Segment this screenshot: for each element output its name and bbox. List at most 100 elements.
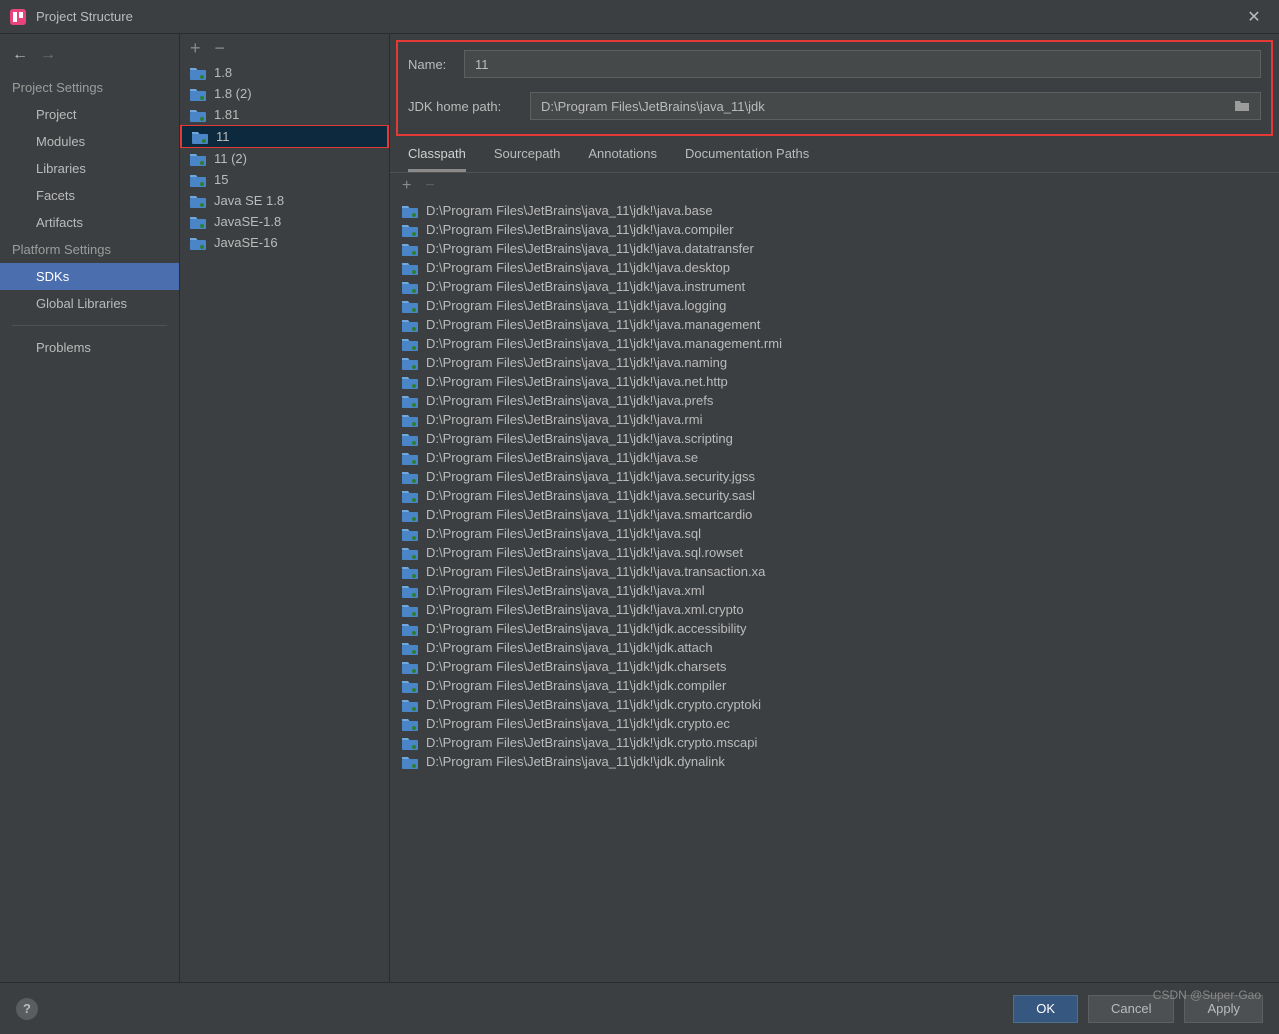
sdk-item[interactable]: JavaSE-16 bbox=[180, 232, 389, 253]
cancel-button[interactable]: Cancel bbox=[1088, 995, 1174, 1023]
classpath-item[interactable]: D:\Program Files\JetBrains\java_11\jdk!\… bbox=[390, 467, 1279, 486]
folder-icon bbox=[402, 641, 418, 655]
classpath-item[interactable]: D:\Program Files\JetBrains\java_11\jdk!\… bbox=[390, 619, 1279, 638]
classpath-item[interactable]: D:\Program Files\JetBrains\java_11\jdk!\… bbox=[390, 372, 1279, 391]
help-icon[interactable]: ? bbox=[16, 998, 38, 1020]
classpath-item[interactable]: D:\Program Files\JetBrains\java_11\jdk!\… bbox=[390, 258, 1279, 277]
classpath-item[interactable]: D:\Program Files\JetBrains\java_11\jdk!\… bbox=[390, 562, 1279, 581]
classpath-label: D:\Program Files\JetBrains\java_11\jdk!\… bbox=[426, 735, 757, 750]
classpath-label: D:\Program Files\JetBrains\java_11\jdk!\… bbox=[426, 716, 730, 731]
classpath-item[interactable]: D:\Program Files\JetBrains\java_11\jdk!\… bbox=[390, 657, 1279, 676]
close-icon[interactable]: ✕ bbox=[1239, 7, 1269, 27]
classpath-label: D:\Program Files\JetBrains\java_11\jdk!\… bbox=[426, 488, 755, 503]
classpath-label: D:\Program Files\JetBrains\java_11\jdk!\… bbox=[426, 431, 733, 446]
classpath-item[interactable]: D:\Program Files\JetBrains\java_11\jdk!\… bbox=[390, 486, 1279, 505]
folder-icon bbox=[402, 508, 418, 522]
classpath-label: D:\Program Files\JetBrains\java_11\jdk!\… bbox=[426, 241, 754, 256]
tab-sourcepath[interactable]: Sourcepath bbox=[494, 146, 561, 172]
folder-icon bbox=[402, 299, 418, 313]
sdk-item[interactable]: 1.81 bbox=[180, 104, 389, 125]
tab-annotations[interactable]: Annotations bbox=[588, 146, 657, 172]
nav-project[interactable]: Project bbox=[0, 101, 179, 128]
classpath-item[interactable]: D:\Program Files\JetBrains\java_11\jdk!\… bbox=[390, 543, 1279, 562]
name-label: Name: bbox=[408, 57, 452, 72]
classpath-label: D:\Program Files\JetBrains\java_11\jdk!\… bbox=[426, 469, 755, 484]
tab-classpath[interactable]: Classpath bbox=[408, 146, 466, 172]
add-sdk-icon[interactable]: + bbox=[190, 38, 201, 59]
classpath-item[interactable]: D:\Program Files\JetBrains\java_11\jdk!\… bbox=[390, 315, 1279, 334]
sdk-item[interactable]: JavaSE-1.8 bbox=[180, 211, 389, 232]
nav-global-libraries[interactable]: Global Libraries bbox=[0, 290, 179, 317]
classpath-item[interactable]: D:\Program Files\JetBrains\java_11\jdk!\… bbox=[390, 410, 1279, 429]
folder-icon bbox=[402, 565, 418, 579]
sdk-item[interactable]: Java SE 1.8 bbox=[180, 190, 389, 211]
classpath-item[interactable]: D:\Program Files\JetBrains\java_11\jdk!\… bbox=[390, 277, 1279, 296]
classpath-item[interactable]: D:\Program Files\JetBrains\java_11\jdk!\… bbox=[390, 714, 1279, 733]
folder-icon bbox=[402, 375, 418, 389]
nav-artifacts[interactable]: Artifacts bbox=[0, 209, 179, 236]
sdk-label: 1.8 bbox=[214, 65, 232, 80]
nav-libraries[interactable]: Libraries bbox=[0, 155, 179, 182]
classpath-item[interactable]: D:\Program Files\JetBrains\java_11\jdk!\… bbox=[390, 676, 1279, 695]
classpath-item[interactable]: D:\Program Files\JetBrains\java_11\jdk!\… bbox=[390, 505, 1279, 524]
classpath-label: D:\Program Files\JetBrains\java_11\jdk!\… bbox=[426, 260, 730, 275]
classpath-item[interactable]: D:\Program Files\JetBrains\java_11\jdk!\… bbox=[390, 752, 1279, 771]
name-input[interactable]: 11 bbox=[464, 50, 1261, 78]
classpath-item[interactable]: D:\Program Files\JetBrains\java_11\jdk!\… bbox=[390, 581, 1279, 600]
classpath-item[interactable]: D:\Program Files\JetBrains\java_11\jdk!\… bbox=[390, 201, 1279, 220]
folder-icon bbox=[402, 470, 418, 484]
ok-button[interactable]: OK bbox=[1013, 995, 1078, 1023]
classpath-label: D:\Program Files\JetBrains\java_11\jdk!\… bbox=[426, 336, 782, 351]
sdk-item[interactable]: 11 (2) bbox=[180, 148, 389, 169]
nav-facets[interactable]: Facets bbox=[0, 182, 179, 209]
sdk-label: 11 (2) bbox=[214, 151, 247, 166]
browse-icon[interactable] bbox=[1234, 98, 1250, 115]
back-arrow-icon[interactable]: ← bbox=[12, 46, 28, 64]
classpath-item[interactable]: D:\Program Files\JetBrains\java_11\jdk!\… bbox=[390, 524, 1279, 543]
classpath-item[interactable]: D:\Program Files\JetBrains\java_11\jdk!\… bbox=[390, 429, 1279, 448]
folder-icon bbox=[402, 527, 418, 541]
remove-classpath-icon[interactable]: − bbox=[425, 177, 434, 195]
sdk-label: 11 bbox=[216, 129, 230, 144]
apply-button[interactable]: Apply bbox=[1184, 995, 1263, 1023]
folder-icon bbox=[192, 130, 208, 144]
classpath-label: D:\Program Files\JetBrains\java_11\jdk!\… bbox=[426, 222, 734, 237]
classpath-label: D:\Program Files\JetBrains\java_11\jdk!\… bbox=[426, 203, 713, 218]
classpath-item[interactable]: D:\Program Files\JetBrains\java_11\jdk!\… bbox=[390, 334, 1279, 353]
folder-icon bbox=[190, 66, 206, 80]
classpath-item[interactable]: D:\Program Files\JetBrains\java_11\jdk!\… bbox=[390, 239, 1279, 258]
sdk-toolbar: + − bbox=[180, 34, 389, 62]
classpath-item[interactable]: D:\Program Files\JetBrains\java_11\jdk!\… bbox=[390, 600, 1279, 619]
folder-icon bbox=[402, 755, 418, 769]
sdk-item[interactable]: 11 bbox=[180, 125, 389, 148]
folder-icon bbox=[190, 215, 206, 229]
remove-sdk-icon[interactable]: − bbox=[215, 38, 226, 59]
nav-modules[interactable]: Modules bbox=[0, 128, 179, 155]
folder-icon bbox=[402, 337, 418, 351]
classpath-item[interactable]: D:\Program Files\JetBrains\java_11\jdk!\… bbox=[390, 220, 1279, 239]
sdk-label: 1.8 (2) bbox=[214, 86, 252, 101]
classpath-item[interactable]: D:\Program Files\JetBrains\java_11\jdk!\… bbox=[390, 353, 1279, 372]
sdk-item[interactable]: 1.8 bbox=[180, 62, 389, 83]
classpath-item[interactable]: D:\Program Files\JetBrains\java_11\jdk!\… bbox=[390, 448, 1279, 467]
folder-icon bbox=[402, 698, 418, 712]
classpath-item[interactable]: D:\Program Files\JetBrains\java_11\jdk!\… bbox=[390, 733, 1279, 752]
folder-icon bbox=[402, 261, 418, 275]
classpath-item[interactable]: D:\Program Files\JetBrains\java_11\jdk!\… bbox=[390, 391, 1279, 410]
folder-icon bbox=[402, 204, 418, 218]
classpath-item[interactable]: D:\Program Files\JetBrains\java_11\jdk!\… bbox=[390, 638, 1279, 657]
nav-problems[interactable]: Problems bbox=[0, 334, 179, 361]
jdk-home-input[interactable]: D:\Program Files\JetBrains\java_11\jdk bbox=[530, 92, 1261, 120]
classpath-label: D:\Program Files\JetBrains\java_11\jdk!\… bbox=[426, 526, 701, 541]
classpath-label: D:\Program Files\JetBrains\java_11\jdk!\… bbox=[426, 450, 698, 465]
sdk-item[interactable]: 15 bbox=[180, 169, 389, 190]
nav-sdks[interactable]: SDKs bbox=[0, 263, 179, 290]
tab-documentation-paths[interactable]: Documentation Paths bbox=[685, 146, 809, 172]
sdk-item[interactable]: 1.8 (2) bbox=[180, 83, 389, 104]
sdk-label: JavaSE-1.8 bbox=[214, 214, 281, 229]
add-classpath-icon[interactable]: + bbox=[402, 177, 411, 195]
folder-icon bbox=[402, 280, 418, 294]
app-icon bbox=[10, 9, 26, 25]
classpath-item[interactable]: D:\Program Files\JetBrains\java_11\jdk!\… bbox=[390, 296, 1279, 315]
classpath-item[interactable]: D:\Program Files\JetBrains\java_11\jdk!\… bbox=[390, 695, 1279, 714]
